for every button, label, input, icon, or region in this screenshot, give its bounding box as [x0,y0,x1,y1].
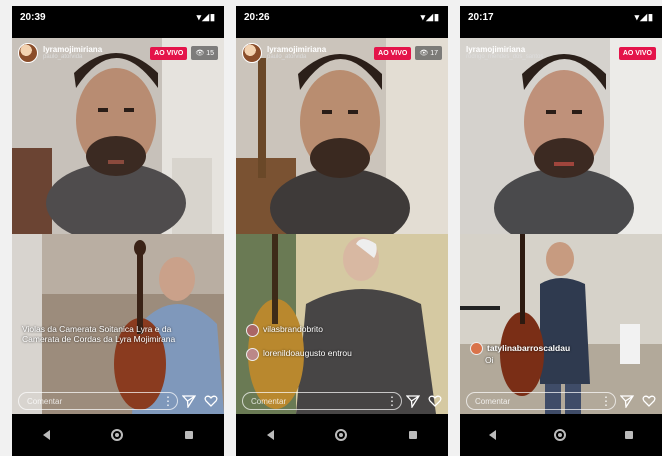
status-icons: ▾◢▮ [634,11,654,22]
live-badge: AO VIVO [150,46,188,60]
status-bar: 20:26 ▾◢▮ [236,6,448,28]
comment-avatar[interactable] [246,348,259,361]
host-info[interactable]: lyramojimiriana paulo_atorvida [267,45,326,61]
paper-plane-icon[interactable] [182,394,196,408]
comment-input[interactable] [242,392,402,410]
android-nav-bar [460,414,662,456]
viewer-count[interactable]: 👁 17 [415,46,442,60]
host-video [236,38,448,234]
status-bar: 20:39 ▾◢▮ [12,6,224,28]
status-time: 20:39 [20,11,46,23]
status-bar: 20:17 ▾◢▮ [460,6,662,28]
more-dots-icon[interactable]: ⋮ [600,394,612,408]
guest-username: paulo_atorvida [43,54,83,61]
comment-item: vilasbrandobrito [246,324,428,337]
recent-apps-icon[interactable] [624,431,633,439]
live-badge: AO VIVO [374,46,412,60]
comment-text: vilasbrandobrito [263,324,324,334]
paper-plane-icon[interactable] [620,394,634,408]
host-avatar[interactable] [18,43,38,63]
heart-icon[interactable] [428,394,442,408]
status-icons: ▾◢▮ [420,11,440,22]
comment-username[interactable]: tatylinabarroscaldau [487,343,570,353]
home-icon[interactable] [554,429,567,441]
android-nav-bar [12,414,224,456]
more-dots-icon[interactable]: ⋮ [386,394,398,408]
comment-input[interactable] [18,392,178,410]
phone-screen-1: 20:39 ▾◢▮ lyramojimiriana paulo_atorvida [12,6,224,456]
heart-icon[interactable] [204,394,218,408]
comment-text: Violas da Camerata Soitanica Lyra e da C… [22,324,176,345]
comment-bar: ⋮ [466,390,656,412]
back-icon[interactable] [489,430,497,440]
live-header: lyramojimiriana rodrigo_mendes_dos_santo… [466,42,656,64]
home-icon[interactable] [111,429,124,441]
guest-username: paulo_atorvida [267,54,307,61]
host-video [460,38,662,234]
comment-bar: ⋮ [242,390,442,412]
comment-input[interactable] [466,392,616,410]
android-nav-bar [236,414,448,456]
comment-item: Violas da Camerata Soitanica Lyra e da C… [22,324,204,344]
comment-item: tatylinabarroscaldau Oi [470,342,642,365]
home-icon[interactable] [335,429,348,441]
host-info[interactable]: lyramojimiriana paulo_atorvida [43,45,102,61]
guest-video [460,234,662,414]
paper-plane-icon[interactable] [406,394,420,408]
comment-text: Oi [485,355,494,365]
comment-avatar[interactable] [246,324,259,337]
viewer-count[interactable]: 👁 15 [191,46,218,60]
comment-item: lorenildoaugusto entrou [246,348,428,361]
comment-avatar[interactable] [470,342,483,355]
phone-screen-2: 20:26 ▾◢▮ lyramojimiriana paulo_atorvida… [236,6,448,456]
host-username[interactable]: lyramojimiriana [466,45,543,54]
back-icon[interactable] [266,430,274,440]
host-video [12,38,224,234]
comment-bar: ⋮ [18,390,218,412]
status-time: 20:17 [468,11,494,23]
recent-apps-icon[interactable] [409,431,418,439]
viewer-count-value: 15 [206,50,214,57]
recent-apps-icon[interactable] [185,431,194,439]
live-header: lyramojimiriana paulo_atorvida AO VIVO 👁… [18,42,218,64]
more-dots-icon[interactable]: ⋮ [162,394,174,408]
comment-text: lorenildoaugusto entrou [263,348,352,358]
viewer-count-value: 17 [430,50,438,57]
phone-screen-3: 20:17 ▾◢▮ lyramojimiriana rodrigo_mendes… [460,6,662,456]
host-info[interactable]: lyramojimiriana rodrigo_mendes_dos_santo… [466,45,544,61]
host-username[interactable]: lyramojimiriana [43,45,102,54]
back-icon[interactable] [42,430,50,440]
heart-icon[interactable] [642,394,656,408]
host-username[interactable]: lyramojimiriana [267,45,326,54]
host-avatar[interactable] [242,43,262,63]
guest-username: rodrigo_mendes_dos_santos [466,54,544,61]
status-time: 20:26 [244,11,270,23]
live-badge: AO VIVO [618,46,656,60]
status-icons: ▾◢▮ [196,11,216,22]
live-header: lyramojimiriana paulo_atorvida AO VIVO 👁… [242,42,442,64]
